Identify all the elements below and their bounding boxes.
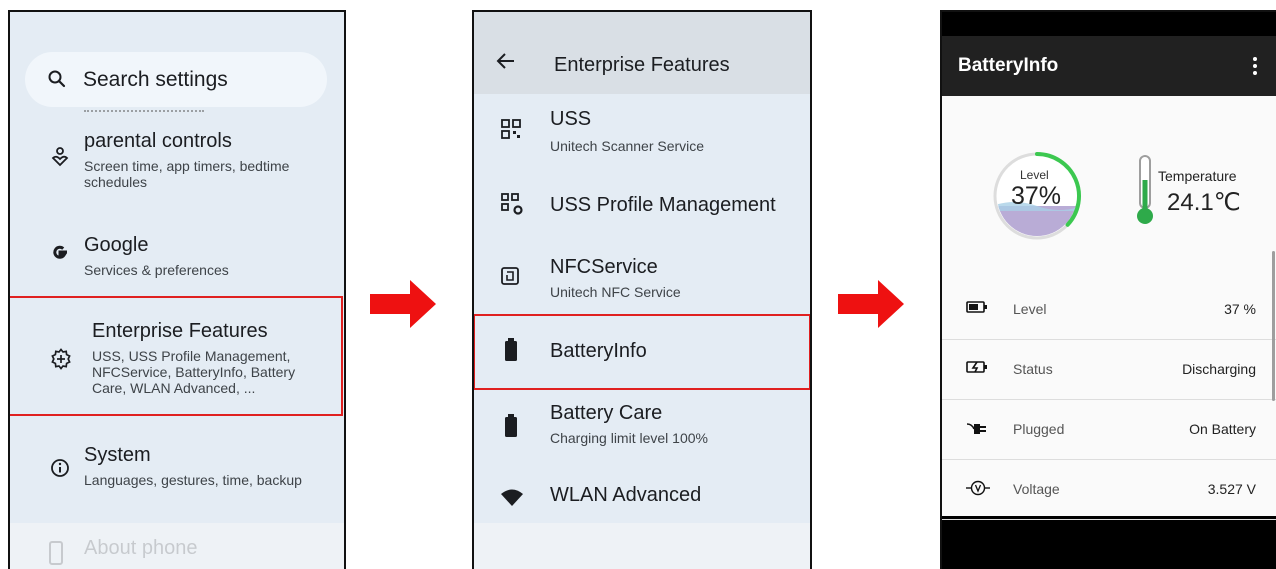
search-icon [47, 69, 67, 94]
charging-status-icon [966, 360, 988, 379]
feature-item-battery-care[interactable]: Battery Care Charging limit level 100% [474, 396, 810, 464]
settings-item-parental-controls[interactable]: parental controls Screen time, app timer… [10, 124, 344, 204]
highlight-box [10, 296, 343, 416]
temperature-value: 24.1℃ [1167, 189, 1241, 216]
row-value: Discharging [1182, 361, 1256, 377]
highlight-box [474, 314, 810, 390]
qr-settings-icon [500, 192, 524, 221]
item-subtitle: Services & preferences [84, 262, 229, 278]
thermometer-icon [1134, 154, 1156, 231]
item-subtitle: Languages, gestures, time, backup [84, 472, 302, 488]
settings-screen: Search settings parental controls Screen… [8, 10, 346, 569]
item-title: Battery Care [550, 402, 663, 424]
batteryinfo-screen: BatteryInfo Level 37% Temperature 24.1℃ [940, 10, 1276, 569]
row-label: Status [1013, 361, 1053, 377]
info-row-level: Level 37 % [942, 280, 1276, 340]
enterprise-features-screen: Enterprise Features USS Unitech Scanner … [472, 10, 812, 569]
search-placeholder: Search settings [83, 68, 228, 91]
settings-item-system[interactable]: System Languages, gestures, time, backup [10, 436, 344, 506]
item-title: USS [550, 108, 592, 130]
info-icon [50, 458, 70, 483]
parental-controls-icon [50, 146, 70, 173]
battery-info-content: Level 37% Temperature 24.1℃ Level 37 % S… [942, 96, 1276, 520]
qr-code-icon [500, 118, 522, 145]
app-title: BatteryInfo [958, 55, 1059, 76]
item-title[interactable]: About phone [84, 537, 197, 560]
right-arrow-icon [370, 280, 436, 333]
empty-bottom-area [474, 523, 810, 569]
item-title: Google [84, 234, 149, 256]
google-icon [50, 243, 70, 268]
item-title: USS Profile Management [550, 194, 776, 216]
back-arrow-icon[interactable] [496, 52, 516, 75]
item-subtitle: Charging limit level 100% [550, 430, 708, 446]
faded-bottom-area: About phone [10, 523, 344, 569]
wifi-icon [500, 488, 524, 513]
temperature-label: Temperature [1158, 168, 1237, 184]
phone-icon [48, 541, 64, 569]
scrollbar[interactable] [1272, 251, 1275, 401]
right-arrow-icon [838, 280, 904, 333]
item-title: System [84, 444, 151, 466]
item-title: NFCService [550, 256, 658, 278]
feature-item-uss[interactable]: USS Unitech Scanner Service [474, 102, 810, 170]
gauge-label: Level [1020, 168, 1049, 182]
item-subtitle: Unitech Scanner Service [550, 138, 705, 154]
feature-item-nfcservice[interactable]: NFCService Unitech NFC Service [474, 248, 810, 312]
nfc-icon [500, 266, 520, 291]
item-title: WLAN Advanced [550, 484, 702, 506]
item-subtitle: Screen time, app timers, bedtime schedul… [84, 158, 290, 190]
info-row-voltage: Voltage 3.527 V [942, 460, 1276, 520]
info-row-status: Status Discharging [942, 340, 1276, 400]
app-bar: Enterprise Features [474, 12, 810, 94]
feature-item-wlan-advanced[interactable]: WLAN Advanced [474, 472, 810, 522]
row-value: 3.527 V [1207, 481, 1256, 497]
search-bar[interactable]: Search settings [25, 52, 327, 107]
app-bar: BatteryInfo [942, 36, 1276, 96]
row-label: Plugged [1013, 421, 1065, 437]
item-title: parental controls [84, 130, 232, 152]
row-label: Voltage [1013, 481, 1060, 497]
feature-item-uss-profile-management[interactable]: USS Profile Management [474, 180, 810, 230]
plug-icon [966, 420, 990, 443]
settings-item-google[interactable]: Google Services & preferences [10, 226, 344, 286]
item-subtitle: Unitech NFC Service [550, 284, 681, 300]
row-label: Level [1013, 301, 1047, 317]
info-row-plugged: Plugged On Battery [942, 400, 1276, 460]
row-value: 37 % [1224, 301, 1256, 317]
overflow-menu-icon[interactable] [1252, 56, 1258, 81]
row-value: On Battery [1189, 421, 1256, 437]
page-title: Enterprise Features [554, 54, 730, 76]
battery-icon [504, 414, 518, 443]
voltage-icon [966, 480, 990, 501]
gauge-value: 37% [1011, 182, 1062, 210]
battery-level-icon [966, 300, 988, 319]
clipped-text-fragment [84, 110, 204, 116]
